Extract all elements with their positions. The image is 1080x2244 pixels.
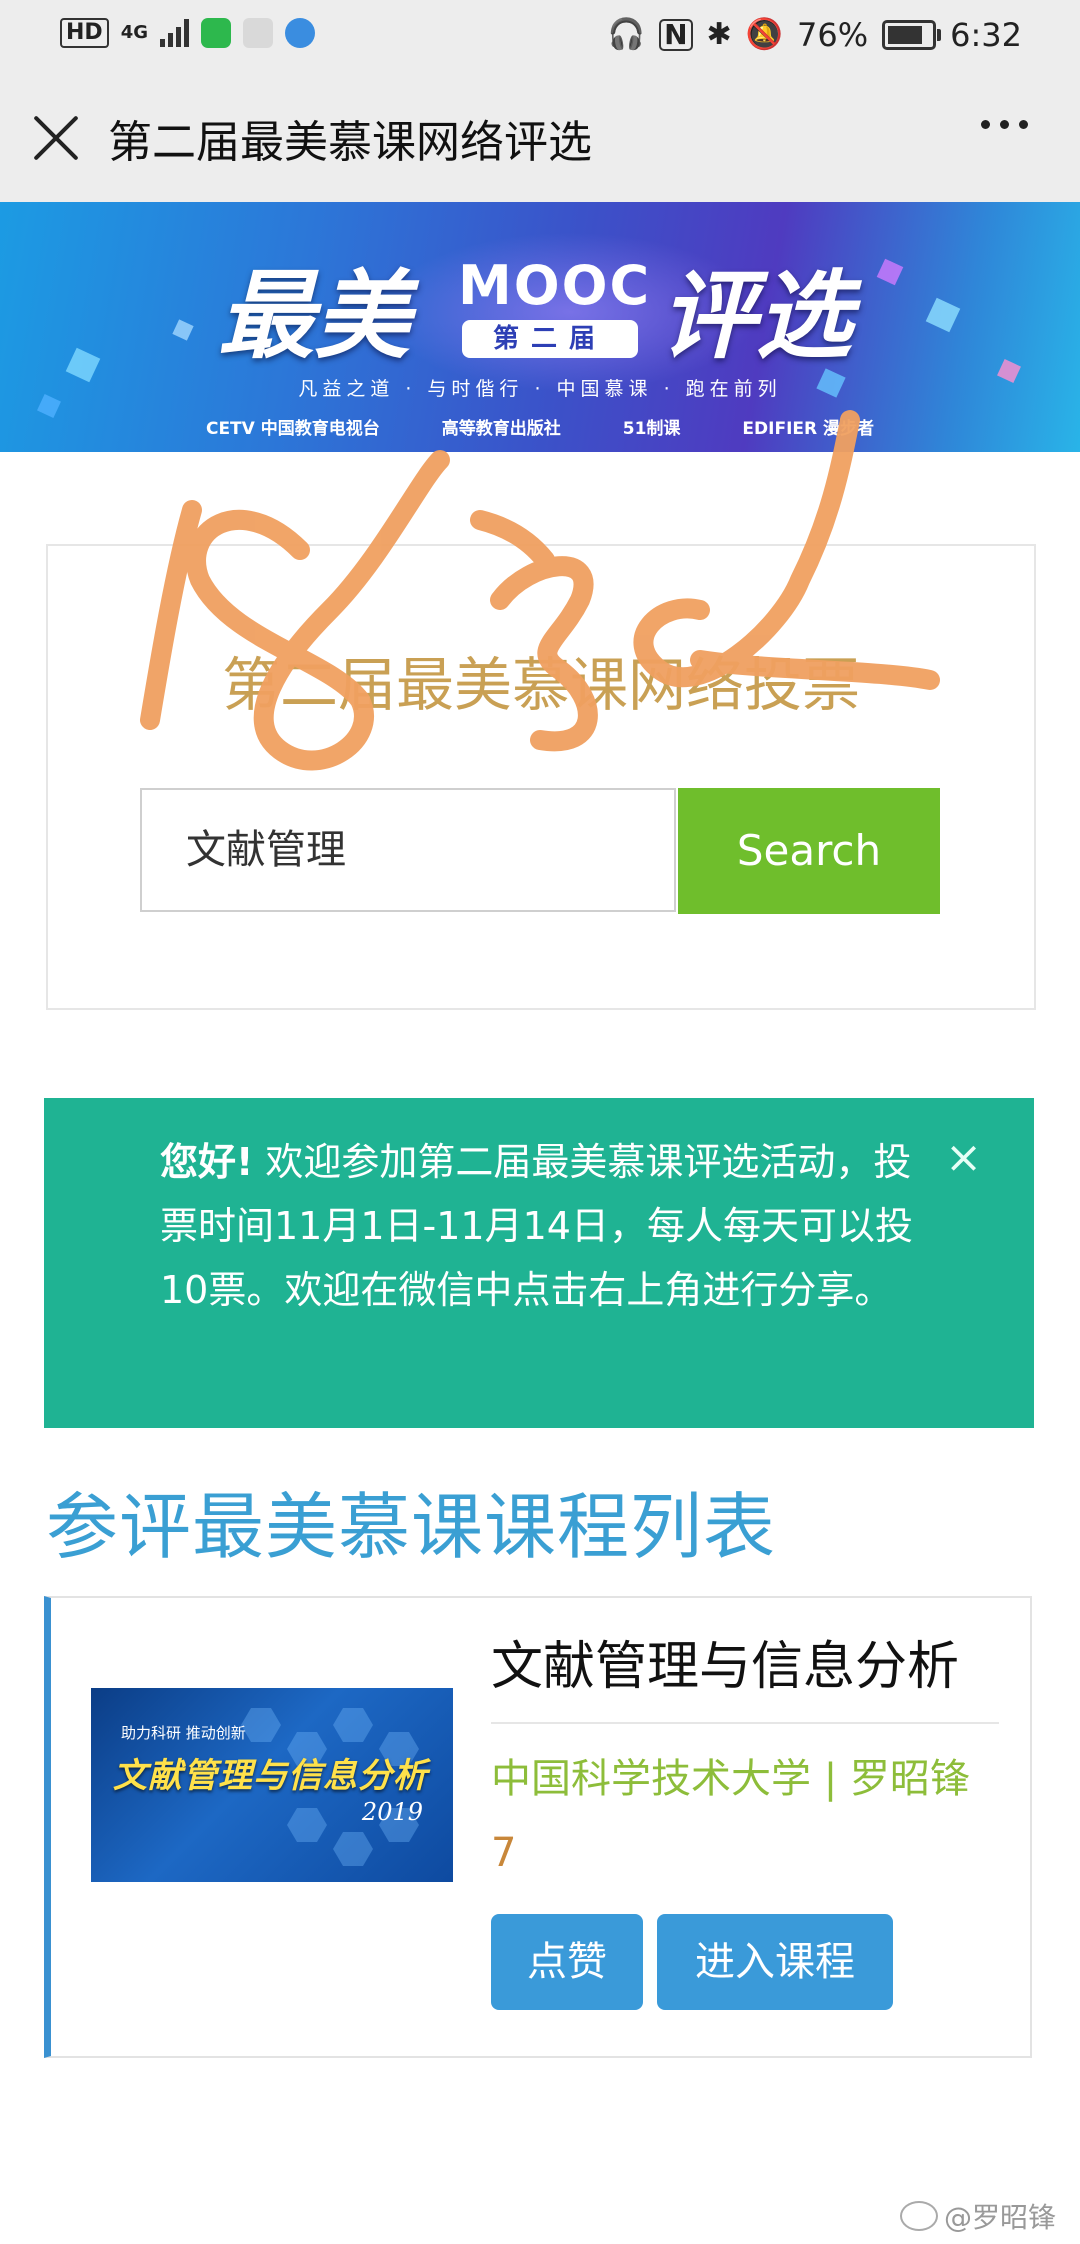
app-notification-icon: [285, 18, 315, 48]
battery-icon: [882, 20, 942, 50]
status-bar: HD 4G 🎧 N ✱ 🔕 76% 6:32: [0, 0, 1080, 72]
event-banner: 最美 MOOC 第二届 评选 凡益之道 · 与时偕行 · 中国慕课 · 跑在前列…: [0, 202, 1080, 452]
close-icon[interactable]: [30, 112, 82, 164]
status-right: 🎧 N ✱ 🔕 76% 6:32: [608, 16, 1022, 54]
course-card: 助力科研 推动创新 文献管理与信息分析 2019 文献管理与信息分析 中国科学技…: [44, 1596, 1032, 2058]
signal-icon: [160, 19, 189, 47]
watermark-text: @罗昭锋: [943, 2201, 1056, 2234]
thumbnail-year: 2019: [361, 1798, 423, 1826]
page-title: 第二届最美慕课网络评选: [108, 117, 592, 168]
sponsor-logo: 51制课: [622, 419, 681, 439]
weibo-watermark: @罗昭锋: [899, 2196, 1056, 2236]
network-type: 4G: [120, 22, 148, 43]
search-button[interactable]: Search: [678, 788, 940, 914]
status-left: HD 4G: [60, 18, 315, 48]
banner-title-left: 最美: [218, 259, 410, 372]
alert-greeting: 您好!: [160, 1140, 254, 1184]
vote-count: 7: [491, 1830, 517, 1876]
divider: [491, 1722, 999, 1724]
welcome-alert: 您好! 欢迎参加第二届最美慕课评选活动，投票时间11月1日-11月14日，每人每…: [44, 1098, 1034, 1428]
sponsor-logo: CETV 中国教育电视台: [205, 419, 380, 439]
enter-course-button[interactable]: 进入课程: [657, 1914, 893, 2010]
search-input[interactable]: 文献管理: [140, 788, 676, 912]
course-title[interactable]: 文献管理与信息分析: [491, 1624, 959, 1699]
sponsor-logo: 高等教育出版社: [441, 419, 561, 439]
vote-search-card: 第二届最美慕课网络投票 文献管理 Search: [46, 544, 1036, 1010]
weibo-icon: [899, 2201, 938, 2231]
clock: 6:32: [950, 16, 1022, 54]
app-notification-icon: [243, 18, 273, 48]
battery-percent: 76%: [797, 16, 869, 54]
banner-title-right: 评选: [660, 259, 852, 372]
course-list-heading: 参评最美慕课课程列表: [46, 1485, 777, 1569]
decor-cube: [925, 297, 961, 333]
decor-cube: [876, 258, 904, 286]
sponsor-logo: EDIFIER 漫步者: [742, 419, 875, 439]
like-button[interactable]: 点赞: [491, 1914, 643, 2010]
course-school-teacher: 中国科学技术大学 | 罗昭锋: [491, 1756, 970, 1802]
mute-icon: 🔕: [745, 17, 784, 52]
course-thumbnail[interactable]: 助力科研 推动创新 文献管理与信息分析 2019: [91, 1688, 453, 1882]
headphones-icon: 🎧: [607, 17, 646, 52]
more-menu-icon[interactable]: [981, 120, 1028, 129]
close-icon[interactable]: ×: [945, 1134, 982, 1182]
banner-sponsors: CETV 中国教育电视台 高等教育出版社 51制课 EDIFIER 漫步者: [0, 414, 1080, 439]
thumbnail-tagline: 助力科研 推动创新: [121, 1724, 246, 1742]
title-bar: 第二届最美慕课网络评选: [0, 72, 1080, 203]
banner-title-mooc: MOOC: [458, 254, 652, 317]
alert-message: 您好! 欢迎参加第二届最美慕课评选活动，投票时间11月1日-11月14日，每人每…: [160, 1130, 940, 1322]
vote-title: 第二届最美慕课网络投票: [221, 651, 860, 719]
banner-slogan: 凡益之道 · 与时偕行 · 中国慕课 · 跑在前列: [298, 378, 782, 400]
banner-edition-badge: 第二届: [462, 320, 638, 358]
alert-body: 欢迎参加第二届最美慕课评选活动，投票时间11月1日-11月14日，每人每天可以投…: [160, 1140, 913, 1312]
hd-badge: HD: [60, 18, 109, 48]
decor-cube: [172, 319, 194, 341]
thumbnail-title: 文献管理与信息分析: [113, 1756, 428, 1796]
app-notification-icon: [201, 18, 231, 48]
nfc-icon: N: [659, 19, 693, 51]
bluetooth-icon: ✱: [706, 17, 732, 52]
